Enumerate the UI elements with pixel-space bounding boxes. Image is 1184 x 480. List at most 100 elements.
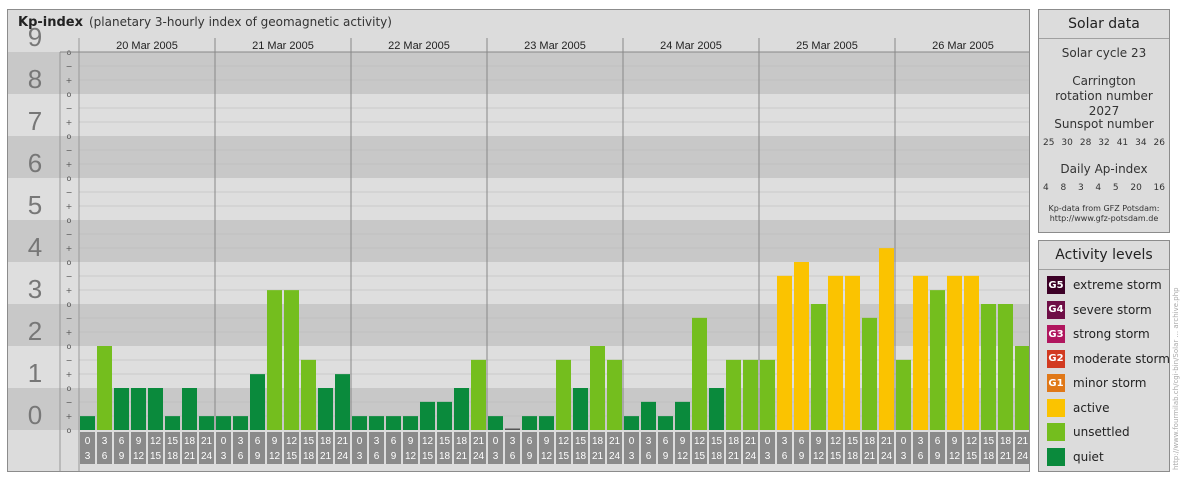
interval-end: 6	[646, 451, 652, 462]
interval-start: 18	[728, 436, 740, 447]
interval-end: 15	[558, 451, 570, 462]
interval-end: 18	[439, 451, 451, 462]
kp-bar	[522, 416, 537, 430]
activity-levels-title: Activity levels	[1039, 241, 1169, 270]
kp-bar	[165, 416, 180, 430]
kp-band-4	[8, 220, 1029, 262]
interval-start: 3	[918, 436, 924, 447]
sunspot-value: 28	[1079, 138, 1092, 148]
interval-end: 12	[813, 451, 825, 462]
interval-end: 6	[238, 451, 244, 462]
interval-start: 0	[765, 436, 771, 447]
interval-start: 18	[1000, 436, 1012, 447]
kp-bar	[709, 388, 724, 430]
interval-end: 9	[391, 451, 397, 462]
interval-end: 21	[1000, 451, 1012, 462]
interval-end: 6	[510, 451, 516, 462]
y-subtick: o	[67, 384, 72, 393]
y-subtick: −	[66, 146, 73, 155]
interval-end: 24	[473, 451, 485, 462]
kp-bar	[930, 290, 945, 430]
interval-start: 18	[864, 436, 876, 447]
y-subtick: +	[66, 244, 73, 253]
interval-end: 9	[935, 451, 941, 462]
kp-bar	[556, 359, 571, 430]
kp-bar	[403, 416, 418, 430]
legend-label: unsettled	[1073, 425, 1130, 439]
kp-bar	[913, 275, 928, 430]
kp-band-3	[8, 262, 1029, 304]
interval-end: 18	[575, 451, 587, 462]
y-subtick: −	[66, 104, 73, 113]
kp-bar	[233, 416, 248, 430]
day-label: 20 Mar 2005	[116, 40, 178, 52]
solar-data-title: Solar data	[1039, 10, 1169, 39]
kp-bar	[301, 359, 316, 430]
sunspot-value: 41	[1116, 138, 1129, 148]
ap-value: 4	[1043, 183, 1049, 193]
kp-bar	[352, 416, 367, 430]
interval-start: 3	[782, 436, 788, 447]
interval-start: 9	[816, 436, 822, 447]
interval-end: 3	[85, 451, 91, 462]
interval-start: 21	[881, 436, 893, 447]
day-label: 26 Mar 2005	[932, 40, 994, 52]
interval-end: 21	[864, 451, 876, 462]
interval-start: 15	[711, 436, 723, 447]
interval-start: 15	[439, 436, 451, 447]
legend-swatch: G3	[1047, 325, 1065, 343]
y-tick-label: 3	[28, 274, 42, 304]
interval-end: 18	[711, 451, 723, 462]
interval-start: 6	[255, 436, 261, 447]
kp-bar	[828, 275, 843, 430]
interval-end: 21	[456, 451, 468, 462]
interval-start: 6	[935, 436, 941, 447]
interval-end: 12	[269, 451, 281, 462]
interval-end: 15	[422, 451, 434, 462]
ap-value: 3	[1077, 183, 1084, 193]
interval-end: 15	[150, 451, 162, 462]
interval-end: 21	[592, 451, 604, 462]
y-subtick: +	[66, 286, 73, 295]
interval-end: 6	[102, 451, 108, 462]
interval-start: 12	[694, 436, 706, 447]
interval-start: 15	[847, 436, 859, 447]
carrington-rotation: Carrington rotation number 2027	[1055, 74, 1153, 118]
interval-start: 3	[102, 436, 108, 447]
interval-start: 12	[422, 436, 434, 447]
kp-bar	[862, 317, 877, 430]
sunspot-label: Sunspot number	[1054, 117, 1154, 131]
interval-end: 12	[133, 451, 145, 462]
solar-cycle: Solar cycle 23	[1061, 46, 1147, 60]
interval-end: 6	[918, 451, 924, 462]
y-tick-label: 6	[28, 148, 42, 178]
kp-bar	[80, 416, 95, 430]
interval-start: 12	[830, 436, 842, 447]
credit-text: http://www.fourmilab.ch/cgi-bin/Solar ..…	[1172, 287, 1180, 470]
legend-swatch: G5	[1047, 276, 1065, 294]
interval-start: 0	[493, 436, 499, 447]
interval-end: 15	[286, 451, 298, 462]
sunspot-values: 25 30 28 32 41 34 26	[1043, 138, 1165, 148]
kp-bar	[216, 416, 231, 430]
day-label: 23 Mar 2005	[524, 40, 586, 52]
source-link[interactable]: http://www.gfz-potsdam.de	[1039, 214, 1169, 224]
ap-value: 20	[1130, 183, 1142, 193]
interval-start: 18	[456, 436, 468, 447]
y-subtick: −	[66, 62, 73, 71]
interval-start: 9	[952, 436, 958, 447]
kp-bar	[760, 359, 775, 430]
legend-item: unsettled	[1047, 422, 1130, 442]
y-subtick: o	[67, 258, 72, 267]
legend-label: quiet	[1073, 449, 1104, 464]
interval-end: 12	[405, 451, 417, 462]
y-subtick: +	[66, 202, 73, 211]
legend-swatch	[1047, 447, 1065, 466]
y-subtick: −	[66, 272, 73, 281]
kp-bar	[692, 317, 707, 430]
interval-start: 21	[1017, 436, 1029, 447]
legend-item: G4 severe storm	[1047, 300, 1152, 320]
interval-start: 9	[136, 436, 142, 447]
kp-bar	[607, 359, 622, 430]
y-tick-label: 0	[28, 400, 42, 430]
